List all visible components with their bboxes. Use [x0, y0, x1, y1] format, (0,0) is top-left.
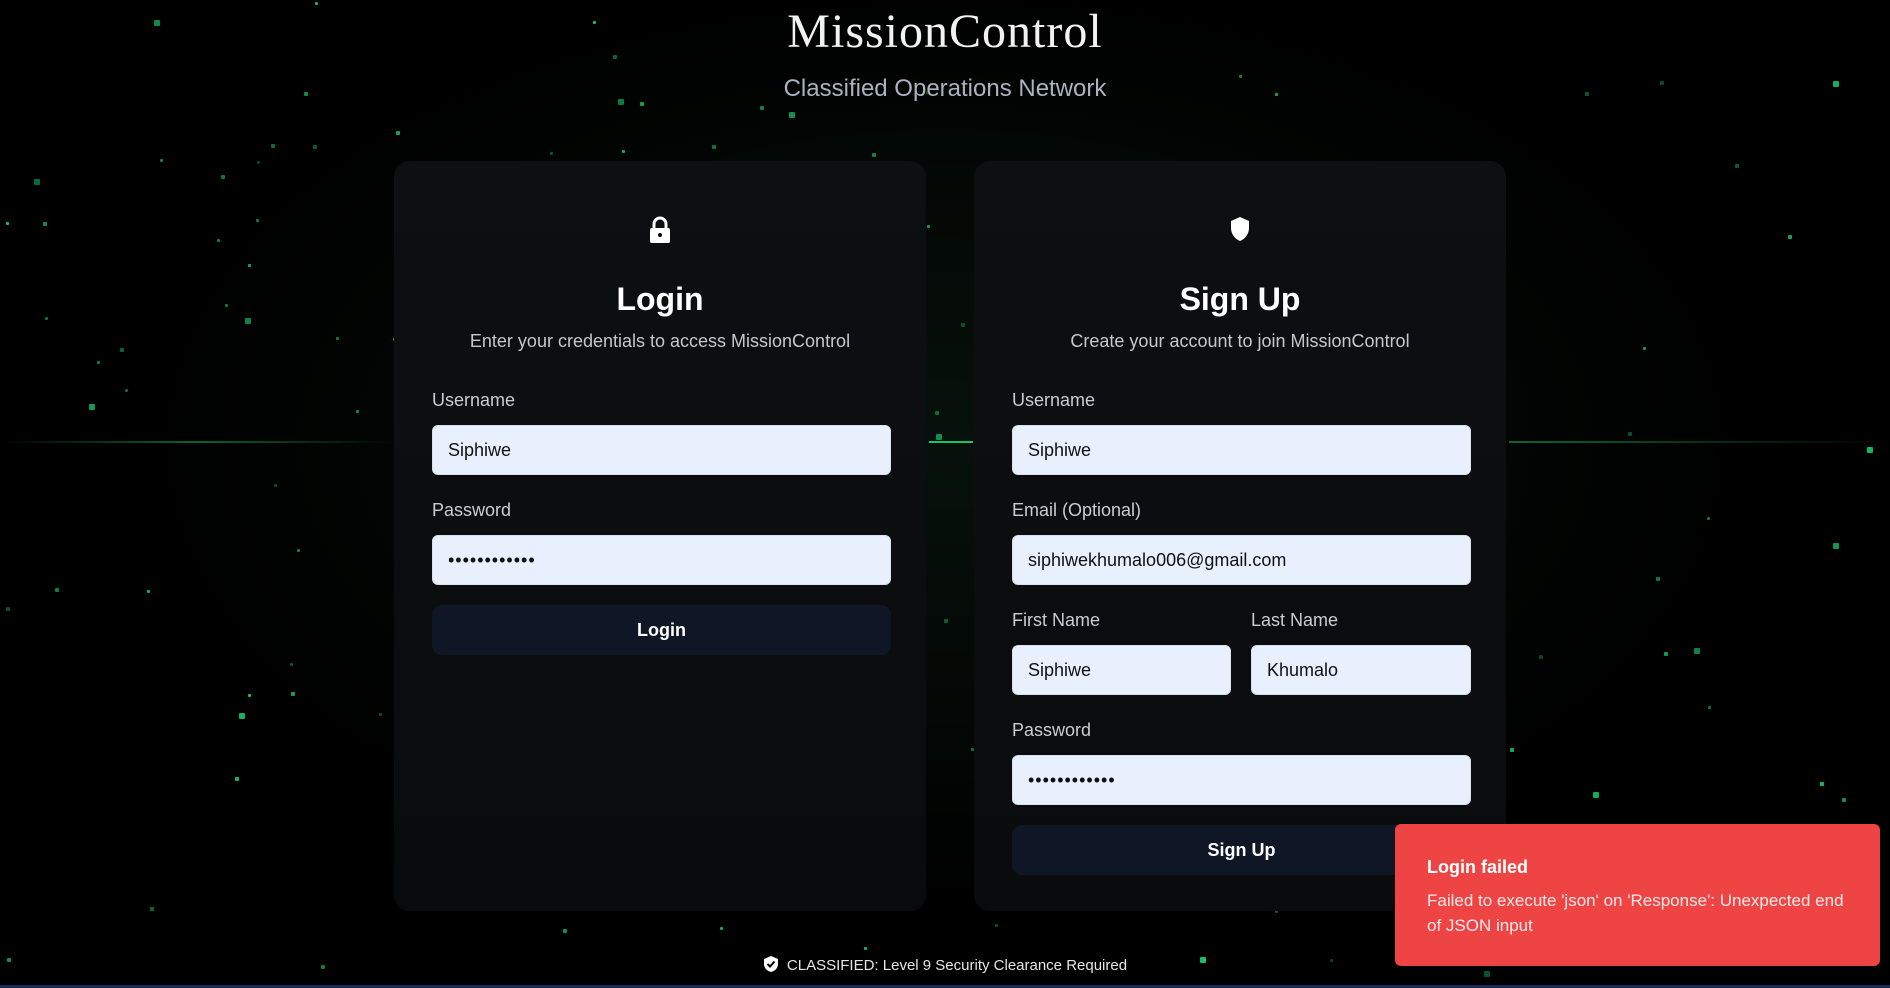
star-dot [1788, 235, 1792, 239]
app-title: MissionControl [787, 5, 1103, 58]
toast-message: Failed to execute 'json' on 'Response': … [1427, 891, 1844, 935]
star-dot [97, 361, 100, 364]
signup-last-name-label: Last Name [1251, 610, 1339, 630]
star-dot [235, 777, 239, 781]
signup-subtitle: Create your account to join MissionContr… [1070, 331, 1410, 351]
star-dot [291, 692, 295, 696]
star-dot [760, 106, 764, 110]
toast-title: Login failed [1427, 857, 1528, 877]
star-dot [1708, 706, 1711, 709]
star-dot [936, 434, 942, 440]
signup-email-label: Email (Optional) [1012, 500, 1142, 520]
login-card: Login Enter your credentials to access M… [392, 159, 928, 913]
login-title: Login [616, 281, 704, 317]
star-dot [356, 410, 359, 413]
star-dot [622, 150, 625, 153]
login-button[interactable]: Login [432, 605, 891, 655]
star-dot [789, 112, 795, 118]
star-dot [550, 152, 553, 155]
star-dot [1842, 798, 1846, 802]
star-dot [217, 239, 220, 242]
star-dot [1694, 648, 1700, 654]
star-dot [55, 588, 59, 592]
star-dot [944, 619, 948, 623]
signup-email-input[interactable] [1012, 535, 1471, 585]
login-username-input[interactable] [432, 425, 891, 475]
star-dot [563, 929, 567, 933]
shield-check-icon [763, 956, 778, 972]
star-dot [6, 607, 10, 611]
star-dot [1707, 517, 1710, 520]
decor-line-middle [929, 441, 973, 443]
star-dot [257, 161, 260, 164]
login-password-input[interactable]: •••••••••••• [432, 535, 891, 585]
star-dot [256, 219, 259, 222]
star-dot [297, 549, 300, 552]
login-username-label: Username [432, 390, 516, 410]
star-dot [313, 145, 317, 149]
star-dot [45, 317, 48, 320]
star-dot [1628, 432, 1632, 436]
star-dot [1820, 782, 1824, 786]
app-tagline: Classified Operations Network [783, 75, 1107, 102]
star-dot [225, 304, 228, 307]
star-dot [248, 264, 251, 267]
signup-password-label: Password [1012, 720, 1092, 740]
star-dot [1833, 543, 1839, 549]
star-dot [125, 389, 128, 392]
shield-icon [974, 216, 1506, 249]
signup-first-name-input[interactable] [1012, 645, 1231, 695]
star-dot [160, 159, 163, 162]
star-dot [872, 153, 876, 157]
star-dot [271, 144, 275, 148]
star-dot [43, 222, 47, 226]
star-dot [248, 694, 251, 697]
signup-password-input[interactable]: •••••••••••• [1012, 755, 1471, 805]
star-dot [712, 145, 716, 149]
star-dot [120, 348, 124, 352]
star-dot [864, 947, 867, 950]
star-dot [1656, 577, 1660, 581]
star-dot [1593, 792, 1599, 798]
star-dot [396, 131, 400, 135]
star-dot [239, 713, 245, 719]
star-dot [34, 179, 40, 185]
decor-line-right [1509, 441, 1890, 443]
star-dot [1735, 164, 1739, 168]
star-dot [1664, 652, 1668, 656]
star-dot [221, 175, 225, 179]
signup-first-name-label: First Name [1012, 610, 1101, 630]
login-subtitle: Enter your credentials to access Mission… [469, 331, 851, 351]
star-dot [147, 590, 150, 593]
error-toast[interactable]: Login failed Failed to execute 'json' on… [1395, 824, 1880, 966]
star-dot [1510, 748, 1514, 752]
app-background: MissionControl Classified Operations Net… [0, 0, 1890, 988]
star-dot [720, 927, 723, 930]
star-dot [935, 411, 939, 415]
star-dot [1643, 347, 1646, 350]
star-dot [995, 924, 998, 927]
signup-last-name-input[interactable] [1251, 645, 1471, 695]
security-notice-text: CLASSIFIED: Level 9 Security Clearance R… [786, 957, 1128, 974]
signup-card: Sign Up Create your account to join Miss… [972, 159, 1508, 913]
signup-username-input[interactable] [1012, 425, 1471, 475]
star-dot [274, 484, 277, 487]
signup-title: Sign Up [1179, 281, 1301, 317]
star-dot [961, 323, 965, 327]
decor-line-left [0, 441, 392, 443]
star-dot [1867, 447, 1873, 453]
star-dot [150, 907, 154, 911]
star-dot [336, 337, 339, 340]
lock-icon [394, 216, 926, 251]
star-dot [290, 663, 293, 666]
star-dot [1539, 655, 1543, 659]
star-dot [6, 222, 9, 225]
login-password-label: Password [432, 500, 512, 520]
star-dot [379, 713, 382, 716]
star-dot [89, 404, 95, 410]
star-dot [245, 318, 251, 324]
signup-username-label: Username [1012, 390, 1096, 410]
